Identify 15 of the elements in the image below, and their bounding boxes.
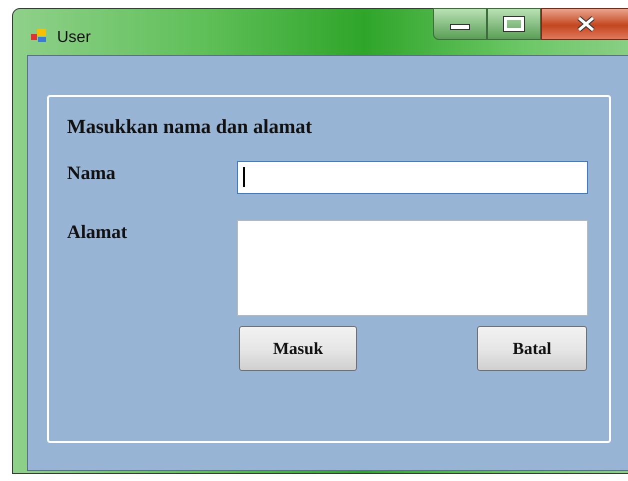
app-icon xyxy=(31,29,47,43)
field-label: Nama xyxy=(67,162,117,186)
minimize-icon xyxy=(450,24,470,30)
field-label: Alamat xyxy=(67,221,128,245)
text-cursor xyxy=(243,167,245,187)
minimize-button[interactable] xyxy=(433,8,487,40)
maximize-button[interactable] xyxy=(487,8,541,40)
maximize-icon xyxy=(504,17,524,31)
submit-button[interactable]: Masuk xyxy=(239,326,357,371)
cancel-button[interactable]: Batal xyxy=(477,326,587,371)
close-button[interactable] xyxy=(541,8,628,40)
panel-heading: Masukkan nama dan alamat xyxy=(67,115,314,140)
input-field[interactable] xyxy=(237,161,588,194)
window-title: User xyxy=(57,28,91,48)
close-icon xyxy=(576,16,596,32)
